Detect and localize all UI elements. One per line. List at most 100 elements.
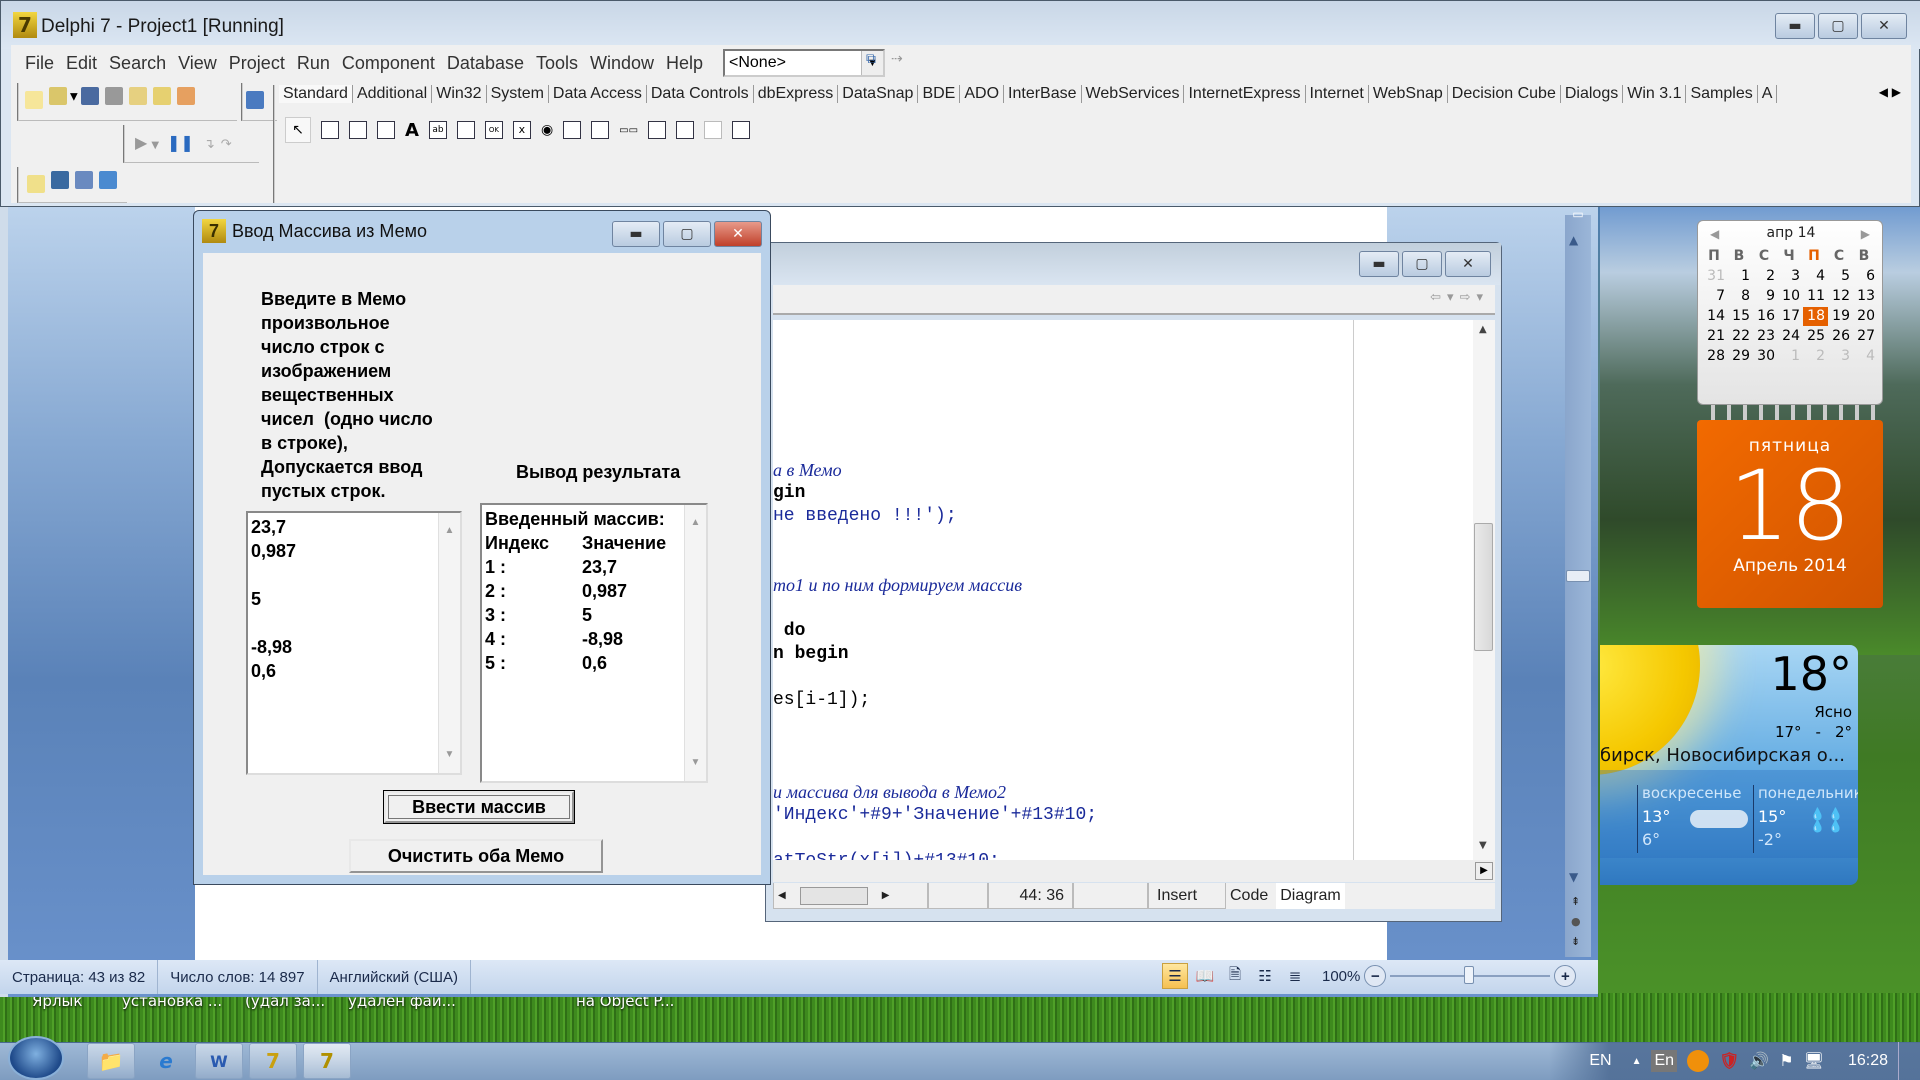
clock[interactable]: 16:28 bbox=[1848, 1052, 1888, 1070]
main-menu-component-icon[interactable] bbox=[321, 121, 339, 139]
run-dropdown-icon[interactable]: ▼ bbox=[151, 140, 159, 151]
maximize-button[interactable]: ▢ bbox=[1402, 251, 1442, 277]
listbox-component-icon[interactable] bbox=[563, 121, 582, 139]
palette-tab-data-controls[interactable]: Data Controls bbox=[647, 85, 754, 103]
palette-tab-bde[interactable]: BDE bbox=[918, 85, 961, 103]
actionlist-component-icon[interactable] bbox=[732, 121, 751, 139]
calendar-day[interactable]: 4 bbox=[1853, 347, 1878, 366]
menu-item-view[interactable]: View bbox=[172, 53, 223, 74]
calendar-day[interactable]: 28 bbox=[1703, 347, 1728, 366]
calendar-day[interactable]: 22 bbox=[1728, 327, 1753, 346]
menu-item-search[interactable]: Search bbox=[103, 53, 172, 74]
palette-tab-system[interactable]: System bbox=[487, 85, 549, 103]
back-dropdown-icon[interactable]: ▾ bbox=[1447, 290, 1460, 305]
word-count[interactable]: Число слов: 14 897 bbox=[158, 960, 318, 994]
calendar-day[interactable]: 10 bbox=[1778, 287, 1803, 306]
memo-component-icon[interactable] bbox=[456, 121, 475, 139]
calendar-day[interactable]: 1 bbox=[1728, 267, 1753, 286]
browse-object-icon[interactable]: ● bbox=[1571, 915, 1581, 928]
scroll-down-arrow[interactable]: ▼ bbox=[685, 751, 706, 775]
edit-component-icon[interactable]: ab bbox=[428, 121, 447, 139]
calendar-day[interactable]: 2 bbox=[1753, 267, 1778, 286]
toggle-form-unit-icon[interactable] bbox=[75, 171, 93, 189]
open-dropdown-icon[interactable]: ▼ bbox=[70, 92, 78, 103]
taskbar-ie[interactable]: e bbox=[142, 1043, 190, 1079]
palette-tab-win32[interactable]: Win32 bbox=[432, 85, 487, 103]
calendar-day[interactable]: 8 bbox=[1728, 287, 1753, 306]
word-vertical-scrollbar[interactable]: ▭ ▲ ▼ ⇞ ● ⇟ bbox=[1565, 207, 1591, 957]
calendar-day[interactable]: 24 bbox=[1778, 327, 1803, 346]
palette-tab-samples[interactable]: Samples bbox=[1686, 85, 1758, 103]
calendar-day[interactable]: 2 bbox=[1803, 347, 1828, 366]
taskbar-delphi[interactable]: 7 bbox=[249, 1043, 297, 1079]
radiogroup-component-icon[interactable] bbox=[676, 121, 695, 139]
scroll-thumb[interactable] bbox=[1474, 523, 1493, 651]
palette-tab-dbexpress[interactable]: dbExpress bbox=[754, 85, 839, 103]
calendar-day[interactable]: 30 bbox=[1753, 347, 1778, 366]
code-horizontal-scrollbar[interactable]: ▶ bbox=[773, 860, 1495, 882]
palette-tab-dialogs[interactable]: Dialogs bbox=[1561, 85, 1624, 103]
calendar-day[interactable]: 20 bbox=[1853, 307, 1878, 326]
calendar-day[interactable]: 27 bbox=[1853, 327, 1878, 346]
calendar-day[interactable]: 25 bbox=[1803, 327, 1828, 346]
menu-item-help[interactable]: Help bbox=[660, 53, 709, 74]
taskbar-word[interactable]: W bbox=[195, 1043, 243, 1079]
calendar-day[interactable]: 5 bbox=[1828, 267, 1853, 286]
zoom-in-button[interactable]: + bbox=[1554, 965, 1577, 987]
groupbox-component-icon[interactable] bbox=[648, 121, 667, 139]
calendar-day[interactable]: 17 bbox=[1778, 307, 1803, 326]
menu-item-tools[interactable]: Tools bbox=[530, 53, 584, 74]
palette-tab-webservices[interactable]: WebServices bbox=[1082, 85, 1185, 103]
calendar-day[interactable]: 9 bbox=[1753, 287, 1778, 306]
calendar-day[interactable]: 11 bbox=[1803, 287, 1828, 306]
editor-tab-diagram[interactable]: Diagram bbox=[1276, 883, 1345, 909]
code-text-area[interactable]: а в Мемо gin не введено !!!'); mo1 и по ним… bbox=[773, 320, 1473, 860]
palette-tab-data-access[interactable]: Data Access bbox=[549, 85, 647, 103]
scroll-down-arrow[interactable]: ▼ bbox=[439, 743, 460, 767]
save-all-icon[interactable] bbox=[104, 87, 123, 105]
calendar-gadget[interactable]: ◀ апр 14 ▶ П В С Ч П С В 31 1 2 3 4 5 6 7 8 9 10 11 12 13 14 1… bbox=[1697, 220, 1883, 608]
print-layout-icon[interactable]: ☰ bbox=[1162, 963, 1188, 989]
palette-tab-a[interactable]: A bbox=[1758, 85, 1778, 103]
action-center-flag-icon[interactable]: ⚑ bbox=[1779, 1051, 1793, 1071]
menu-item-edit[interactable]: Edit bbox=[60, 53, 103, 74]
volume-icon[interactable]: 🔊 bbox=[1749, 1051, 1769, 1071]
remove-file-icon[interactable] bbox=[176, 87, 195, 105]
calendar-day[interactable]: 7 bbox=[1703, 287, 1728, 306]
scroll-up-arrow[interactable]: ▲ bbox=[685, 511, 706, 535]
forward-dropdown-icon[interactable]: ▾ bbox=[1476, 290, 1489, 305]
palette-tab-internetexpress[interactable]: InternetExpress bbox=[1184, 85, 1306, 103]
run-icon[interactable]: ▶ bbox=[135, 133, 147, 152]
scroll-thumb[interactable] bbox=[799, 886, 868, 905]
taskbar-explorer[interactable]: 📁 bbox=[87, 1043, 135, 1079]
app-tray-icon[interactable] bbox=[1687, 1050, 1710, 1072]
close-button[interactable]: ✕ bbox=[714, 221, 762, 247]
popup-menu-component-icon[interactable] bbox=[349, 121, 367, 139]
language-indicator[interactable]: Английский (США) bbox=[318, 960, 472, 994]
memo-scrollbar[interactable]: ▲ ▼ bbox=[684, 505, 706, 781]
draft-icon[interactable]: ≣ bbox=[1282, 963, 1308, 989]
back-icon[interactable]: ⇦ bbox=[1430, 290, 1447, 305]
calendar-day[interactable]: 29 bbox=[1728, 347, 1753, 366]
calendar-day[interactable]: 15 bbox=[1728, 307, 1753, 326]
calendar-day[interactable]: 12 bbox=[1828, 287, 1853, 306]
checkbox-component-icon[interactable]: x bbox=[512, 121, 531, 139]
label-component-icon[interactable]: A bbox=[405, 120, 419, 141]
calendar-day[interactable]: 21 bbox=[1703, 327, 1728, 346]
taskbar-project1[interactable]: 7 bbox=[303, 1043, 351, 1079]
palette-tab-additional[interactable]: Additional bbox=[353, 85, 433, 103]
scrollbar-component-icon[interactable]: ▭▭ bbox=[619, 125, 638, 136]
next-month-arrow[interactable]: ▶ bbox=[1861, 227, 1870, 241]
forward-icon[interactable]: ⇨ bbox=[1460, 290, 1477, 305]
full-screen-reading-icon[interactable]: 📖 bbox=[1192, 963, 1218, 989]
page-count[interactable]: Страница: 43 из 82 bbox=[0, 960, 159, 994]
palette-tab-datasnap[interactable]: DataSnap bbox=[838, 85, 919, 103]
show-desktop-button[interactable] bbox=[1898, 1042, 1908, 1080]
palette-scroll-left[interactable]: ◀ bbox=[1879, 85, 1888, 99]
close-button[interactable]: ✕ bbox=[1861, 13, 1907, 39]
scroll-up-arrow[interactable]: ▲ bbox=[1569, 233, 1578, 247]
scroll-left-arrow[interactable]: ◀ bbox=[778, 890, 786, 901]
close-button[interactable]: ✕ bbox=[1445, 251, 1491, 277]
calendar-day[interactable]: 23 bbox=[1753, 327, 1778, 346]
palette-scroll-right[interactable]: ▶ bbox=[1892, 85, 1901, 99]
